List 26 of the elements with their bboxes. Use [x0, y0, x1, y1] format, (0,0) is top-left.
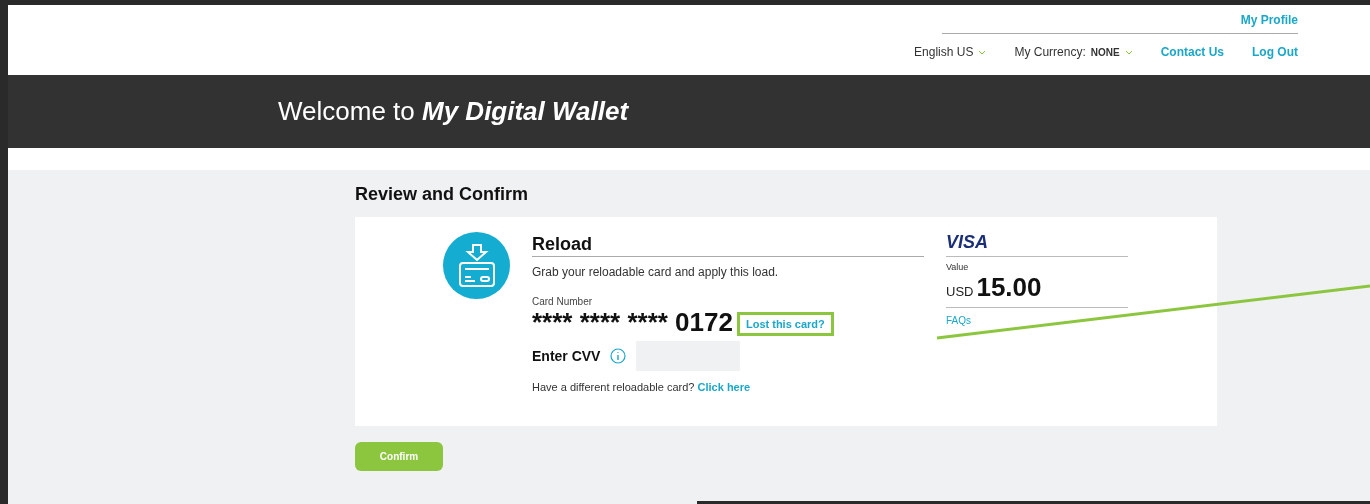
page-heading: Review and Confirm	[355, 184, 530, 205]
language-dropdown[interactable]: English US	[914, 45, 987, 59]
nav-link[interactable]: Contact Us	[1160, 45, 1224, 59]
value-label: Value	[946, 262, 970, 272]
reload-title: Reload	[532, 232, 924, 257]
currency-label: My Currency:	[1014, 45, 1086, 59]
currency-value: NONE	[1090, 46, 1120, 58]
caret-icon	[978, 49, 987, 55]
currency-code: USD	[946, 284, 974, 299]
welcome-title: Welcome to My Digital Wallet	[278, 96, 629, 127]
visa-logo: VISA	[946, 232, 1128, 257]
cvv-label: Enter CVV	[532, 348, 601, 364]
card-number-label: Card Number	[532, 296, 594, 307]
amount-value: 15.00	[976, 272, 1042, 303]
info-icon[interactable]	[610, 348, 627, 364]
click-here-link[interactable]: Click here	[697, 381, 751, 393]
reload-description: Grab your reloadable card and apply this load.	[532, 265, 780, 279]
card-number: **** **** **** 0172	[532, 307, 733, 338]
currency-dropdown[interactable]: My Currency: NONE	[1014, 45, 1133, 59]
faqs-link[interactable]: FAQs	[946, 315, 1128, 326]
confirm-button[interactable]: Confirm	[355, 442, 443, 471]
caret-icon	[1124, 49, 1133, 55]
nav-link[interactable]: Log Out	[1252, 45, 1298, 59]
lost-card-link[interactable]: Lost this card?	[736, 312, 834, 336]
my-profile-link[interactable]: My Profile	[1240, 13, 1298, 27]
different-card-text: Have a different reloadable card?	[532, 381, 696, 393]
